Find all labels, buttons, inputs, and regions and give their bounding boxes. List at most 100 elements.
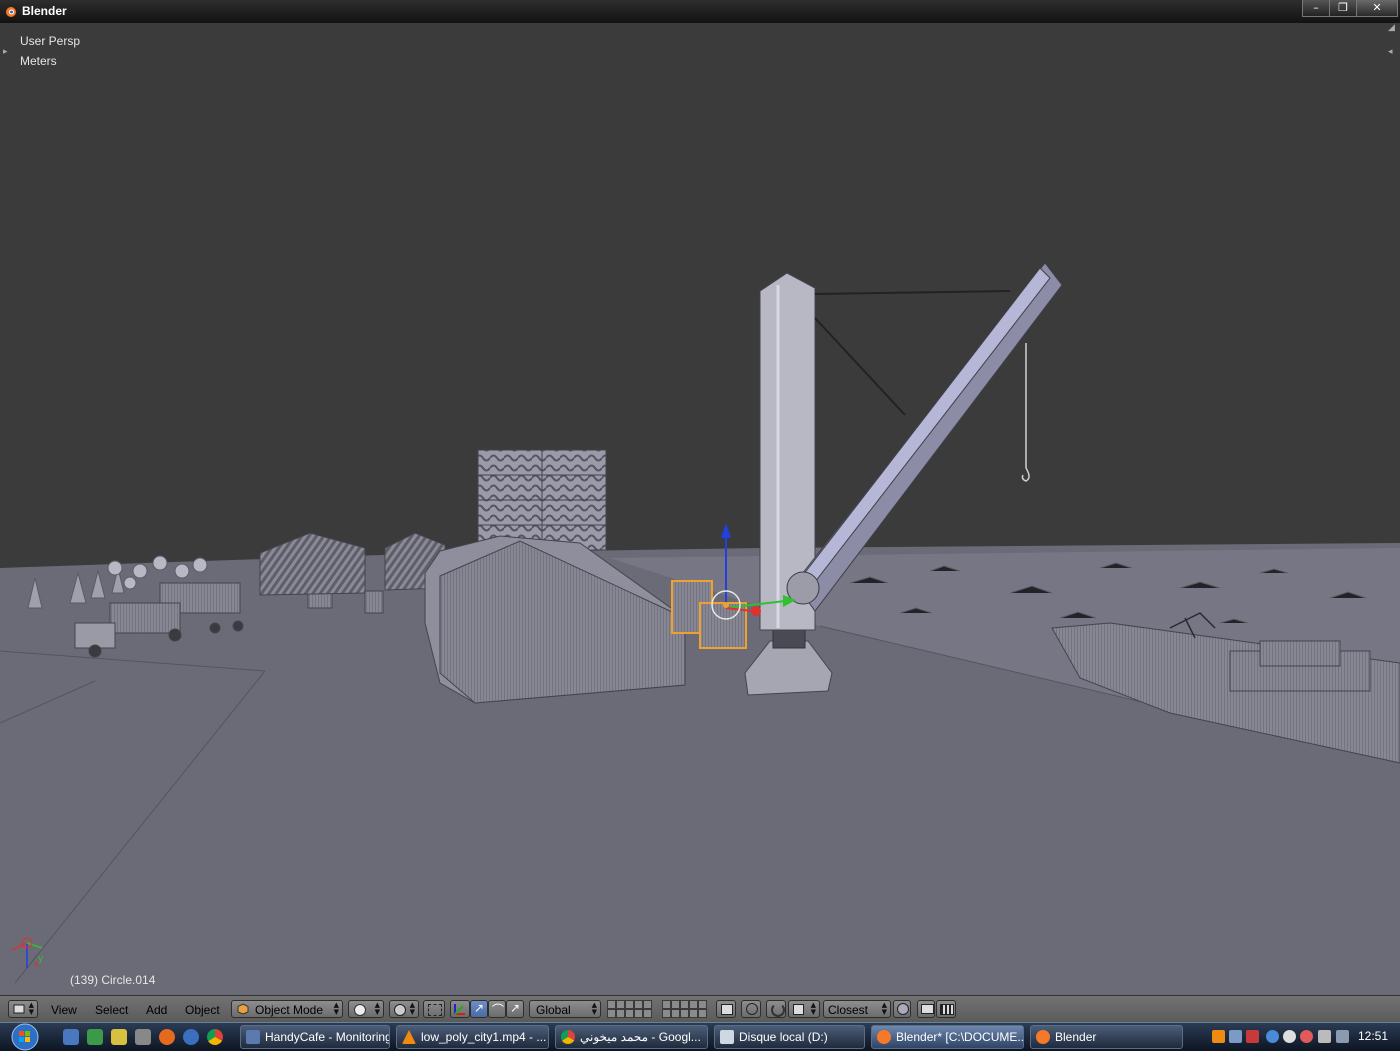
taskbar-item-blender-active[interactable]: Blender* [C:\DOCUME... <box>871 1025 1024 1049</box>
object-mode-icon <box>237 1003 249 1015</box>
snap-align-rotation-button[interactable] <box>893 1000 911 1018</box>
area-split-corner-icon[interactable]: ◢ <box>1388 23 1395 33</box>
scene-render: x y <box>0 262 1400 995</box>
minimize-button[interactable]: – <box>1302 0 1330 17</box>
pivot-icon <box>394 1004 406 1016</box>
quicklaunch-app-icon[interactable] <box>111 1029 127 1045</box>
blender-icon <box>1036 1030 1050 1044</box>
menu-select[interactable]: Select <box>95 1003 128 1017</box>
editor-type-button[interactable]: ▲ ▼ <box>8 1000 38 1018</box>
network-icon[interactable] <box>1266 1030 1279 1043</box>
snap-target-label: Closest <box>828 1003 869 1017</box>
magnet-icon <box>771 1003 785 1017</box>
snap-toggle-button[interactable] <box>766 1000 786 1018</box>
translate-mode-button[interactable]: ↗ <box>470 1000 488 1018</box>
camera-icon <box>921 1004 934 1014</box>
warehouse <box>259 532 366 596</box>
center-points-icon <box>428 1004 442 1016</box>
restore-button[interactable]: ❐ <box>1329 0 1357 17</box>
taskbar-item-chrome[interactable]: محمد ميخوني - Googl... <box>555 1025 708 1049</box>
task-label: low_poly_city1.mp4 - ... <box>421 1030 547 1044</box>
quicklaunch-app-icon[interactable] <box>87 1029 103 1045</box>
rotate-mode-button[interactable]: ⌒ <box>488 1000 506 1018</box>
scale-mode-button[interactable]: ↗ <box>506 1000 524 1018</box>
proportional-edit-button[interactable] <box>741 1000 761 1018</box>
task-label: Blender* [C:\DOCUME... <box>896 1030 1024 1044</box>
manipulator-icon <box>454 1004 465 1015</box>
task-label: Disque local (D:) <box>739 1030 828 1044</box>
active-object-info: (139) Circle.014 <box>70 973 156 987</box>
manipulate-center-button[interactable] <box>423 1000 445 1018</box>
chevron-updown-icon: ▲ ▼ <box>810 1001 816 1016</box>
vlc-icon <box>402 1030 416 1044</box>
arrow-icon: ↗ <box>474 1001 485 1015</box>
solid-shading-icon <box>354 1004 366 1016</box>
snap-element-icon <box>793 1004 804 1015</box>
region-toggle-right-icon[interactable]: ◂ <box>1388 47 1393 57</box>
view-mode-label: User Persp <box>20 34 81 48</box>
menu-add[interactable]: Add <box>146 1003 167 1017</box>
clapper-icon <box>940 1004 954 1015</box>
scale-icon: ↗ <box>510 1001 521 1015</box>
align-rotation-icon <box>897 1003 909 1015</box>
taskbar-item-vlc[interactable]: low_poly_city1.mp4 - ... <box>396 1025 549 1049</box>
taskbar: HandyCafe - Monitoring low_poly_city1.mp… <box>0 1022 1400 1051</box>
3d-viewport[interactable]: x y User Persp Meters (139) Circle.014 ▸… <box>0 23 1400 995</box>
chevron-updown-icon: ▲ ▼ <box>409 1001 415 1016</box>
quicklaunch-app-icon[interactable] <box>183 1029 199 1045</box>
blender-icon <box>877 1030 891 1044</box>
chevron-updown-icon: ▲ ▼ <box>333 1001 339 1016</box>
task-label: HandyCafe - Monitoring <box>265 1030 390 1044</box>
tray-app-icon[interactable] <box>1246 1030 1259 1043</box>
tray-app-icon[interactable] <box>1300 1030 1313 1043</box>
handycafe-icon <box>246 1030 260 1044</box>
firefox-icon[interactable] <box>159 1029 175 1045</box>
system-clock[interactable]: 12:51 <box>1358 1029 1388 1043</box>
volume-icon[interactable] <box>1318 1030 1331 1043</box>
rotate-icon: ⌒ <box>492 1003 505 1017</box>
tray-app-icon[interactable] <box>1336 1030 1349 1043</box>
quicklaunch-app-icon[interactable] <box>135 1029 151 1045</box>
task-label: Blender <box>1055 1030 1097 1044</box>
taskbar-item-handycafe[interactable]: HandyCafe - Monitoring <box>240 1025 390 1049</box>
chrome-icon[interactable] <box>207 1029 223 1045</box>
taskbar-item-explorer[interactable]: Disque local (D:) <box>714 1025 865 1049</box>
orientation-label: Global <box>536 1003 571 1017</box>
start-button-icon[interactable] <box>8 1023 42 1051</box>
taskbar-item-blender[interactable]: Blender <box>1030 1025 1183 1049</box>
menu-object[interactable]: Object <box>185 1003 220 1017</box>
viewport-shading-selector[interactable]: ▲ ▼ <box>348 1000 384 1018</box>
opengl-animation-button[interactable] <box>936 1000 956 1018</box>
tray-app-icon[interactable] <box>1229 1030 1242 1043</box>
snap-target-selector[interactable]: Closest ▲ ▼ <box>823 1000 891 1018</box>
pivot-point-selector[interactable]: ▲ ▼ <box>389 1000 419 1018</box>
svg-text:y: y <box>38 954 44 964</box>
mode-selector[interactable]: Object Mode ▲ ▼ <box>231 1000 343 1018</box>
layer-buttons-group-2[interactable] <box>662 1000 707 1018</box>
chevron-updown-icon: ▲ ▼ <box>28 1001 34 1016</box>
layer-buttons-group-1[interactable] <box>607 1000 652 1018</box>
tray-app-icon[interactable] <box>1283 1030 1296 1043</box>
3d-view-icon <box>13 1004 25 1014</box>
opengl-render-button[interactable] <box>917 1000 935 1018</box>
chrome-icon <box>561 1030 575 1044</box>
units-label: Meters <box>20 54 57 68</box>
forklift <box>364 590 384 614</box>
transform-orientation-selector[interactable]: Global ▲ ▼ <box>529 1000 601 1018</box>
window-title: Blender <box>22 4 67 18</box>
proportional-edit-icon <box>746 1003 758 1015</box>
vlc-tray-icon[interactable] <box>1212 1030 1225 1043</box>
region-toggle-left-icon[interactable]: ▸ <box>3 47 8 57</box>
lock-camera-button[interactable] <box>716 1000 736 1018</box>
viewport-header: ▲ ▼ View Select Add Object Object Mode ▲ ▼… <box>0 995 1400 1023</box>
menu-view[interactable]: View <box>51 1003 77 1017</box>
chevron-updown-icon: ▲ ▼ <box>881 1001 887 1016</box>
show-desktop-icon[interactable] <box>63 1029 79 1045</box>
close-button[interactable]: ✕ <box>1356 0 1398 17</box>
manipulator-toggle-button[interactable] <box>450 1000 470 1018</box>
window-titlebar: Blender – ❐ ✕ <box>0 0 1400 23</box>
mode-label: Object Mode <box>255 1003 324 1017</box>
folder-icon <box>720 1030 734 1044</box>
blender-logo-icon <box>6 7 16 17</box>
snap-element-selector[interactable]: ▲ ▼ <box>788 1000 820 1018</box>
